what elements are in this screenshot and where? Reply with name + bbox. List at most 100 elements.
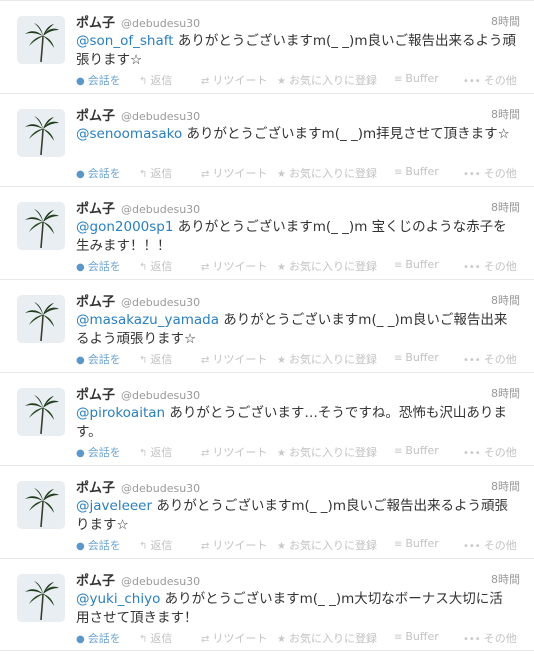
expand-conversation-button[interactable]: ● 会話を [76, 444, 121, 458]
retweet-button[interactable]: ⇄ リツイート [201, 630, 267, 644]
tweet-text: @javeleeer ありがとうございますm(_ _)m良いご報告出来るよう頑張… [76, 497, 516, 535]
favorite-button[interactable]: ★ お気に入りに登録 [277, 630, 377, 644]
tweet-item[interactable]: ポム子 @debudesu30 8時間 @gon2000sp1 ありがとうございま… [0, 187, 534, 280]
reply-button[interactable]: ↰ 返信 [139, 444, 172, 458]
reply-arrow-icon: ↰ [139, 355, 148, 365]
tweet-item[interactable]: ポム子 @debudesu30 8時間 @yuki_chiyo ありがとうございま… [0, 559, 534, 651]
mention-link[interactable]: @pirokoaitan [76, 405, 165, 421]
user-handle[interactable]: @debudesu30 [121, 482, 200, 495]
expand-conversation-button[interactable]: ● 会話を [76, 72, 121, 86]
favorite-button[interactable]: ★ お気に入りに登録 [277, 537, 377, 551]
user-fullname[interactable]: ポム子 [76, 295, 115, 310]
tweet-item[interactable]: ポム子 @debudesu30 8時間 @masakazu_yamada ありがと… [0, 280, 534, 373]
user-handle[interactable]: @debudesu30 [121, 17, 200, 30]
favorite-label: お気に入りに登録 [288, 74, 377, 86]
more-button[interactable]: ••• その他 [463, 630, 516, 644]
expand-conversation-button[interactable]: ● 会話を [76, 351, 121, 365]
avatar[interactable] [17, 295, 65, 343]
tweet-item[interactable]: ポム子 @debudesu30 8時間 @son_of_shaft ありがとうござ… [0, 1, 534, 94]
tweet-timestamp[interactable]: 8時間 [491, 385, 520, 401]
buffer-stack-icon: ≡ [394, 632, 403, 643]
buffer-button[interactable]: ≡ Buffer [394, 351, 439, 364]
retweet-button[interactable]: ⇄ リツイート [201, 258, 267, 272]
avatar[interactable] [17, 202, 65, 250]
user-fullname[interactable]: ポム子 [76, 16, 115, 31]
retweet-button[interactable]: ⇄ リツイート [201, 537, 267, 551]
avatar[interactable] [17, 388, 65, 436]
reply-button[interactable]: ↰ 返信 [139, 351, 172, 365]
reply-button[interactable]: ↰ 返信 [139, 630, 172, 644]
mention-link[interactable]: @senoomasako [76, 126, 182, 142]
tweet-item[interactable]: ポム子 @debudesu30 8時間 @pirokoaitan ありがとうござい… [0, 373, 534, 466]
retweet-button[interactable]: ⇄ リツイート [201, 72, 267, 86]
buffer-button[interactable]: ≡ Buffer [394, 165, 439, 178]
avatar[interactable] [17, 574, 65, 622]
retweet-label: リツイート [212, 539, 268, 551]
favorite-button[interactable]: ★ お気に入りに登録 [277, 444, 377, 458]
reply-arrow-icon: ↰ [139, 634, 148, 644]
mention-link[interactable]: @masakazu_yamada [76, 312, 219, 328]
user-handle[interactable]: @debudesu30 [121, 203, 200, 216]
tweet-timestamp[interactable]: 8時間 [491, 478, 520, 494]
avatar[interactable] [17, 16, 65, 64]
avatar[interactable] [17, 109, 65, 157]
user-fullname[interactable]: ポム子 [76, 202, 115, 217]
more-button[interactable]: ••• その他 [463, 72, 516, 86]
expand-conversation-button[interactable]: ● 会話を [76, 165, 121, 179]
tweet-timestamp[interactable]: 8時間 [491, 199, 520, 215]
tweet-header: ポム子 @debudesu30 8時間 [76, 570, 520, 589]
expand-conversation-button[interactable]: ● 会話を [76, 630, 121, 644]
expand-conversation-button[interactable]: ● 会話を [76, 258, 121, 272]
ellipsis-icon: ••• [463, 541, 481, 551]
reply-button[interactable]: ↰ 返信 [139, 537, 172, 551]
buffer-button[interactable]: ≡ Buffer [394, 72, 439, 85]
reply-button[interactable]: ↰ 返信 [139, 258, 172, 272]
user-handle[interactable]: @debudesu30 [121, 389, 200, 402]
more-button[interactable]: ••• その他 [463, 351, 516, 365]
retweet-button[interactable]: ⇄ リツイート [201, 165, 267, 179]
more-button[interactable]: ••• その他 [463, 444, 516, 458]
user-handle[interactable]: @debudesu30 [121, 296, 200, 309]
favorite-button[interactable]: ★ お気に入りに登録 [277, 165, 377, 179]
tweet-text: @masakazu_yamada ありがとうございますm(_ _)m良いご報告出… [76, 311, 516, 349]
mention-link[interactable]: @son_of_shaft [76, 33, 174, 49]
buffer-button[interactable]: ≡ Buffer [394, 444, 439, 457]
buffer-button[interactable]: ≡ Buffer [394, 630, 439, 643]
tweet-timestamp[interactable]: 8時間 [491, 13, 520, 29]
buffer-button[interactable]: ≡ Buffer [394, 258, 439, 271]
more-button[interactable]: ••• その他 [463, 165, 516, 179]
mention-link[interactable]: @yuki_chiyo [76, 591, 160, 607]
more-button[interactable]: ••• その他 [463, 258, 516, 272]
reply-button[interactable]: ↰ 返信 [139, 72, 172, 86]
favorite-button[interactable]: ★ お気に入りに登録 [277, 72, 377, 86]
user-handle[interactable]: @debudesu30 [121, 575, 200, 588]
tweet-timestamp[interactable]: 8時間 [491, 292, 520, 308]
expand-conversation-button[interactable]: ● 会話を [76, 537, 121, 551]
favorite-button[interactable]: ★ お気に入りに登録 [277, 258, 377, 272]
avatar[interactable] [17, 481, 65, 529]
tweet-item[interactable]: ポム子 @debudesu30 8時間 @javeleeer ありがとうございます… [0, 466, 534, 559]
tweet-timestamp[interactable]: 8時間 [491, 571, 520, 587]
retweet-button[interactable]: ⇄ リツイート [201, 444, 267, 458]
mention-link[interactable]: @javeleeer [76, 498, 152, 514]
favorite-button[interactable]: ★ お気に入りに登録 [277, 351, 377, 365]
more-button[interactable]: ••• その他 [463, 537, 516, 551]
user-fullname[interactable]: ポム子 [76, 574, 115, 589]
buffer-button[interactable]: ≡ Buffer [394, 537, 439, 550]
tweet-item[interactable]: ポム子 @debudesu30 8時間 @senoomasako ありがとうござい… [0, 94, 534, 187]
tweet-timestamp[interactable]: 8時間 [491, 106, 520, 122]
favorite-label: お気に入りに登録 [288, 632, 377, 644]
tweet-header: ポム子 @debudesu30 8時間 [76, 198, 520, 217]
more-label: その他 [483, 74, 516, 86]
reply-button[interactable]: ↰ 返信 [139, 165, 172, 179]
user-handle[interactable]: @debudesu30 [121, 110, 200, 123]
mention-link[interactable]: @gon2000sp1 [76, 219, 173, 235]
tweet-actions: ● 会話を ↰ 返信 ⇄ リツイート ★ お気に入りに登録 ≡ Buffer ••• その他 [76, 258, 516, 272]
retweet-button[interactable]: ⇄ リツイート [201, 351, 267, 365]
user-fullname[interactable]: ポム子 [76, 388, 115, 403]
tweet-header: ポム子 @debudesu30 8時間 [76, 105, 520, 124]
user-fullname[interactable]: ポム子 [76, 109, 115, 124]
tweet-text: @yuki_chiyo ありがとうございますm(_ _)m大切なボーナス大切に活… [76, 590, 516, 628]
tweet-text: @gon2000sp1 ありがとうございますm(_ _)m 宝くじのような赤子を… [76, 218, 516, 256]
user-fullname[interactable]: ポム子 [76, 481, 115, 496]
